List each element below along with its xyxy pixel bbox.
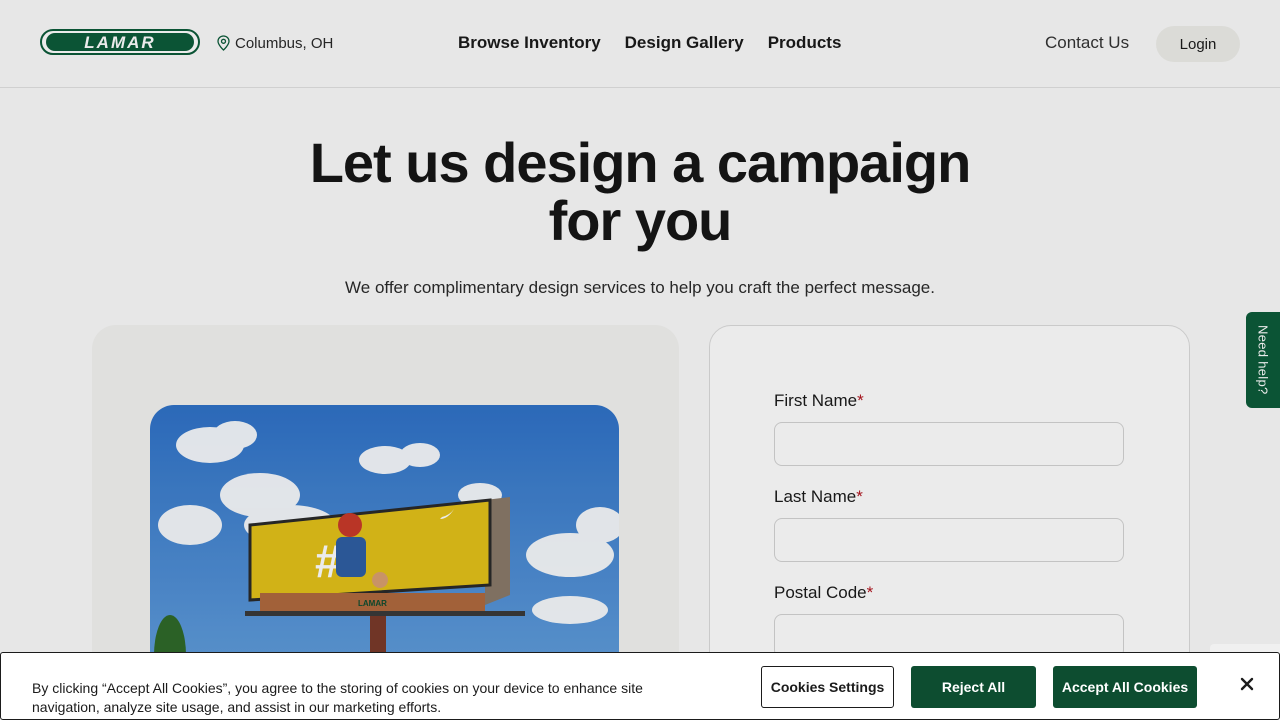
cookie-banner-text: By clicking “Accept All Cookies”, you ag…: [32, 680, 643, 715]
page-dim-overlay: [0, 0, 1280, 720]
reject-all-button[interactable]: Reject All: [911, 666, 1036, 708]
close-banner-button[interactable]: [1234, 671, 1260, 697]
cookies-settings-button[interactable]: Cookies Settings: [761, 666, 894, 708]
close-icon: [1240, 677, 1254, 691]
accept-all-cookies-button[interactable]: Accept All Cookies: [1053, 666, 1197, 708]
